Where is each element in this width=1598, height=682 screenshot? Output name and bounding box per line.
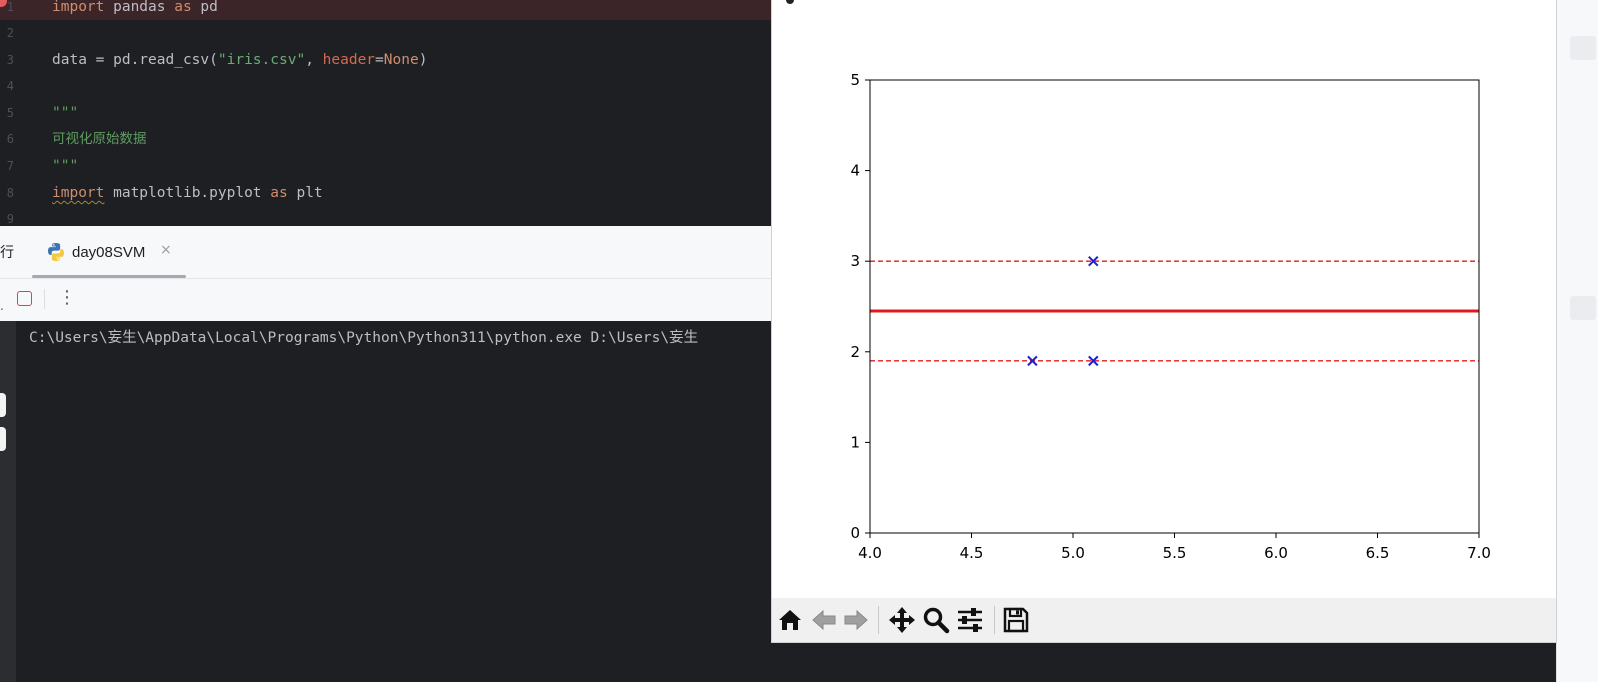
code-text: import pandas as pd xyxy=(52,0,218,20)
code-line[interactable]: 9 xyxy=(0,206,776,226)
y-tick-label: 2 xyxy=(850,343,860,361)
strip-button[interactable] xyxy=(1570,296,1596,320)
code-token: plt xyxy=(287,185,323,201)
console-side-bar xyxy=(0,321,16,682)
code-token: ) xyxy=(418,52,428,68)
code-token: = xyxy=(375,52,384,68)
code-line[interactable]: 8 import matplotlib.pyplot as plt xyxy=(0,180,776,206)
code-text: 可视化原始数据 xyxy=(52,126,147,152)
code-token: pd xyxy=(191,0,218,15)
y-tick-label: 4 xyxy=(850,162,860,180)
side-tool-button[interactable] xyxy=(0,393,6,417)
line-number: 2 xyxy=(6,26,14,40)
side-tool-button[interactable] xyxy=(0,427,6,451)
code-token: pandas xyxy=(104,0,175,15)
line-number: 9 xyxy=(6,212,14,226)
strip-divider xyxy=(1556,0,1557,682)
code-token: """ xyxy=(52,158,79,174)
y-tick-label: 5 xyxy=(850,71,860,89)
x-tick-label: 6.0 xyxy=(1264,544,1288,562)
code-line[interactable]: 7 """ xyxy=(0,153,776,179)
tab-label: day08SVM xyxy=(72,244,146,261)
code-editor[interactable]: 1 import pandas as pd 2 3 data = pd.read_csv… xyxy=(0,0,776,226)
data-point xyxy=(1027,355,1038,367)
home-icon[interactable] xyxy=(776,606,804,634)
line-number: 4 xyxy=(6,79,14,93)
code-token: data = pd.read_csv( xyxy=(52,52,218,68)
more-options-button[interactable]: ⋮ xyxy=(58,287,76,309)
code-text: """ xyxy=(52,100,78,126)
code-token: """ xyxy=(52,105,79,121)
active-tab-indicator xyxy=(32,275,186,278)
save-icon[interactable] xyxy=(1002,606,1030,634)
code-token: as xyxy=(174,0,192,15)
code-token: as xyxy=(270,185,288,201)
code-token: header xyxy=(322,52,376,68)
forward-arrow-icon[interactable] xyxy=(842,606,870,634)
code-token: import xyxy=(52,185,105,201)
x-tick-label: 6.5 xyxy=(1366,544,1390,562)
close-tab-icon[interactable]: × xyxy=(160,242,172,258)
pan-icon[interactable] xyxy=(888,606,916,634)
zoom-icon[interactable] xyxy=(922,606,950,634)
code-text: data = pd.read_csv("iris.csv", header=No… xyxy=(52,47,427,73)
line-number: 5 xyxy=(6,106,14,120)
y-tick-label: 3 xyxy=(850,252,860,270)
configure-subplots-icon[interactable] xyxy=(956,606,984,634)
matplotlib-toolbar xyxy=(772,598,1556,642)
code-line[interactable]: 5 """ xyxy=(0,100,776,126)
x-tick-label: 7.0 xyxy=(1467,544,1491,562)
y-tick-label: 0 xyxy=(850,524,860,542)
toolbar-separator xyxy=(878,606,879,634)
axes-frame xyxy=(869,79,1480,534)
code-line[interactable]: 3 data = pd.read_csv("iris.csv", header=N… xyxy=(0,47,776,73)
run-panel-title: 行 xyxy=(0,245,14,261)
right-tool-strip xyxy=(1556,0,1598,682)
y-tick-label: 1 xyxy=(850,433,860,451)
toolbar-separator xyxy=(44,289,45,309)
console-command-line: C:\Users\妄生\AppData\Local\Programs\Pytho… xyxy=(29,330,699,346)
code-text: import matplotlib.pyplot as plt xyxy=(52,180,323,206)
code-token: 可视化原始数据 xyxy=(52,131,147,147)
code-token: None xyxy=(383,52,419,68)
strip-button[interactable] xyxy=(1570,36,1596,60)
x-tick-label: 4.0 xyxy=(858,544,882,562)
code-token: "iris.csv" xyxy=(217,52,306,68)
code-token: matplotlib.pyplot xyxy=(104,185,271,201)
back-arrow-icon[interactable] xyxy=(810,606,838,634)
scatter-plot[interactable]: 4.0 4.5 5.0 5.5 6.0 6.5 7.0 0 1 2 3 4 5 xyxy=(772,0,1556,598)
matplotlib-figure-window: 4.0 4.5 5.0 5.5 6.0 6.5 7.0 0 1 2 3 4 5 xyxy=(772,0,1556,642)
line-number: 3 xyxy=(6,53,14,67)
code-token: , xyxy=(305,52,323,68)
code-token: import xyxy=(52,0,105,15)
line-number: 6 xyxy=(6,132,14,146)
stop-button[interactable] xyxy=(17,291,32,306)
tab-day08svm[interactable]: day08SVM × xyxy=(32,236,186,278)
line-number: 8 xyxy=(6,186,14,200)
x-tick-label: 4.5 xyxy=(960,544,984,562)
x-tick-label: 5.0 xyxy=(1061,544,1085,562)
toolbar-separator xyxy=(994,606,995,634)
code-line[interactable]: 4 xyxy=(0,73,776,99)
code-line[interactable]: 1 import pandas as pd xyxy=(0,0,776,20)
toolbar-overflow-dot: . xyxy=(0,299,4,313)
python-icon xyxy=(48,243,64,261)
code-line[interactable]: 2 xyxy=(0,20,776,46)
line-number: 7 xyxy=(6,159,14,173)
code-text: """ xyxy=(52,153,78,179)
code-line[interactable]: 6 可视化原始数据 xyxy=(0,126,776,152)
x-tick-label: 5.5 xyxy=(1163,544,1187,562)
